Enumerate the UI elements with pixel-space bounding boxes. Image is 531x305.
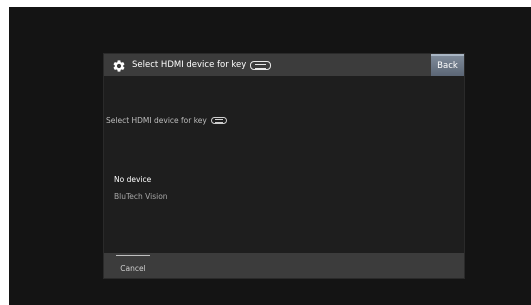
tv-screen: Select HDMI device for key Back Select H… bbox=[9, 7, 531, 305]
remote-key-icon bbox=[250, 60, 272, 70]
cancel-button[interactable]: Cancel bbox=[116, 255, 150, 276]
list-item-no-device[interactable]: No device bbox=[114, 171, 168, 188]
hdmi-device-dialog: Select HDMI device for key Back Select H… bbox=[104, 54, 464, 278]
dialog-title-bar: Select HDMI device for key Back bbox=[104, 54, 464, 76]
remote-key-icon bbox=[210, 117, 227, 124]
prompt-text: Select HDMI device for key bbox=[106, 116, 207, 125]
dialog-title: Select HDMI device for key bbox=[132, 60, 247, 70]
back-button[interactable]: Back bbox=[431, 54, 464, 76]
list-item-blutech-vision[interactable]: BluTech Vision bbox=[114, 188, 168, 205]
gear-icon bbox=[112, 58, 126, 72]
dialog-footer: Cancel bbox=[104, 253, 464, 278]
device-list: No device BluTech Vision bbox=[114, 171, 168, 205]
dialog-prompt: Select HDMI device for key bbox=[106, 116, 227, 125]
